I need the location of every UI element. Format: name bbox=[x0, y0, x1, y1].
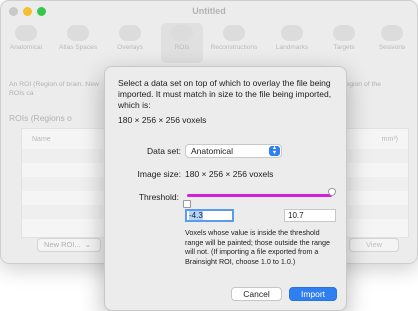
tool-label: Overlays bbox=[117, 44, 143, 51]
threshold-min-value: -4.3 bbox=[189, 211, 203, 220]
import-overlay-sheet: Select a data set on top of which to ove… bbox=[104, 66, 347, 311]
import-button[interactable]: Import bbox=[289, 287, 337, 301]
tool-label: Sessions bbox=[378, 44, 406, 51]
tool-sessions[interactable]: Sessions bbox=[367, 23, 417, 63]
brain-icon bbox=[333, 25, 355, 41]
threshold-range-track[interactable] bbox=[187, 194, 332, 197]
title-bar[interactable]: Untitled bbox=[1, 1, 417, 21]
sheet-prompt: Select a data set on top of which to ove… bbox=[118, 78, 332, 110]
threshold-label: Threshold: bbox=[138, 192, 179, 202]
tool-label: Landmarks bbox=[275, 44, 309, 51]
tool-label: Atlas Spaces bbox=[59, 44, 97, 51]
head-icon bbox=[223, 25, 245, 41]
tool-label: Anatomical bbox=[9, 44, 43, 51]
chevron-down-icon: ⌄ bbox=[84, 240, 92, 249]
view-button[interactable]: View bbox=[349, 238, 399, 252]
tool-landmarks[interactable]: Landmarks bbox=[267, 23, 317, 63]
tool-atlas-spaces[interactable]: Atlas Spaces bbox=[53, 23, 103, 63]
brain-icon bbox=[67, 25, 89, 41]
new-roi-button[interactable]: New ROI... ⌄ bbox=[37, 238, 101, 252]
dataset-label: Data set: bbox=[146, 146, 181, 156]
threshold-min-handle[interactable] bbox=[183, 200, 191, 208]
column-header-volume[interactable]: mm³) bbox=[382, 136, 398, 143]
tool-anatomical[interactable]: Anatomical bbox=[1, 23, 51, 63]
image-size-value: 180 × 256 × 256 voxels bbox=[185, 169, 274, 179]
tool-label: Targets bbox=[333, 44, 355, 51]
tool-reconstructions[interactable]: Reconstructions bbox=[205, 23, 263, 63]
cancel-button[interactable]: Cancel bbox=[231, 287, 282, 301]
tool-label: ROIs bbox=[174, 44, 190, 51]
brain-icon bbox=[171, 25, 193, 41]
rois-section-title: ROIs (Regions o bbox=[9, 113, 72, 123]
threshold-max-field[interactable]: 10.7 bbox=[284, 209, 336, 222]
updown-chevron-icon: ▲ ▼ bbox=[269, 145, 280, 156]
threshold-explanation: Voxels whose value is inside the thresho… bbox=[185, 228, 331, 266]
tool-overlays[interactable]: Overlays bbox=[105, 23, 155, 63]
roi-description-left: An ROI (Region of brain. New ROIs ca bbox=[9, 81, 99, 97]
brain-icon bbox=[119, 25, 141, 41]
window-title: Untitled bbox=[192, 6, 226, 16]
toolbar: Anatomical Atlas Spaces Overlays ROIs Re… bbox=[1, 23, 417, 63]
brain-icon bbox=[381, 25, 403, 41]
import-dimensions: 180 × 256 × 256 voxels bbox=[118, 115, 207, 125]
image-size-label: Image size: bbox=[137, 169, 181, 179]
head-icon bbox=[281, 25, 303, 41]
brain-icon bbox=[15, 25, 37, 41]
threshold-min-field[interactable]: -4.3 bbox=[185, 209, 234, 222]
tool-targets[interactable]: Targets bbox=[319, 23, 369, 63]
new-roi-label: New ROI... bbox=[44, 240, 81, 249]
threshold-max-handle[interactable] bbox=[328, 188, 336, 196]
tool-label: Reconstructions bbox=[210, 44, 258, 51]
tool-rois[interactable]: ROIs bbox=[161, 23, 203, 63]
column-header-name[interactable]: Name bbox=[32, 136, 51, 143]
dataset-value: Anatomical bbox=[191, 146, 234, 156]
dataset-popup[interactable]: Anatomical ▲ ▼ bbox=[185, 144, 282, 158]
